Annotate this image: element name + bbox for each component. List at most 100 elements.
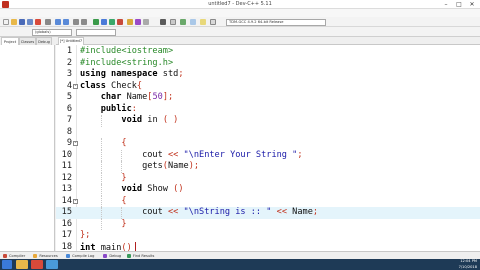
compile-icon[interactable] — [93, 19, 99, 25]
code-text: using namespace std; — [80, 69, 184, 81]
debug-icon[interactable] — [127, 19, 133, 25]
code-line[interactable]: 16 } — [56, 218, 480, 230]
code-line[interactable]: 1 #include<iostream> — [56, 46, 480, 58]
save-icon[interactable] — [19, 19, 25, 25]
indent-guide — [121, 149, 123, 161]
bottom-tab-icon — [3, 254, 7, 258]
code-line[interactable]: 2 #include<string.h> — [56, 58, 480, 70]
chart-icon[interactable] — [143, 19, 149, 25]
profile-icon[interactable] — [135, 19, 141, 25]
rebuild-icon[interactable] — [117, 19, 123, 25]
code-line[interactable]: 15 cout << "\nString is :: " << Name; — [56, 207, 480, 219]
compiler-select[interactable]: TDM-GCC 4.9.2 64-bit Release — [226, 18, 326, 26]
compile-run-icon[interactable] — [109, 19, 115, 25]
minimize-button[interactable]: – — [440, 0, 452, 9]
fold-toggle-icon[interactable]: - — [73, 198, 78, 204]
menu-bar: FileEditSearchViewProjectExecuteToolsASt… — [0, 9, 480, 25]
code-line[interactable]: 17}; — [56, 230, 480, 242]
main-toolbar: TDM-GCC 4.9.2 64-bit Release — [0, 17, 480, 27]
maximize-button[interactable]: □ — [453, 0, 465, 9]
taskbar-app-icon[interactable] — [46, 260, 58, 269]
replace-icon[interactable] — [81, 19, 87, 25]
indent-guide — [100, 115, 102, 127]
indent-guide — [100, 161, 102, 173]
code-token: #include<iostream> — [80, 46, 174, 56]
code-line[interactable]: 7 void in ( ) — [56, 115, 480, 127]
code-line[interactable]: 3 using namespace std; — [56, 69, 480, 81]
code-text: }; — [80, 230, 90, 242]
code-line[interactable]: 6 public: — [56, 104, 480, 116]
tab-untitled7[interactable]: [*] Untitled7 — [58, 37, 84, 45]
project-options-icon[interactable] — [190, 19, 196, 25]
redo-icon[interactable] — [63, 19, 69, 25]
bottom-tab-label: Compile Log — [72, 254, 95, 258]
help-icon[interactable] — [200, 19, 206, 25]
code-token: Show — [147, 184, 174, 194]
bottom-panel-tabs: Compiler Resources Compile Log Debug Find Re… — [0, 251, 480, 259]
line-number: 1 — [66, 46, 72, 56]
tab-debug[interactable]: Debug — [36, 37, 52, 45]
code-line[interactable]: 10 cout << "\nEnter Your String "; — [56, 149, 480, 162]
new-file-icon[interactable] — [3, 19, 9, 25]
code-token: << — [167, 207, 184, 217]
members-select[interactable] — [76, 28, 116, 36]
code-line[interactable]: 11 gets(Name); — [56, 161, 480, 173]
code-text: char Name[50]; — [80, 92, 173, 104]
fold-toggle-icon[interactable]: - — [73, 83, 78, 89]
bottom-tab-icon — [33, 254, 38, 258]
about-icon[interactable] — [210, 19, 216, 25]
line-number: 3 — [66, 69, 72, 79]
devcpp-window: untitled7 - Dev-C++ 5.11 – □ ✕ FileEditS… — [0, 0, 480, 270]
code-token: cout — [80, 149, 168, 160]
code-line[interactable]: 13 void Show () — [56, 184, 480, 196]
code-line[interactable]: 4- class Check{ — [56, 81, 480, 93]
fold-toggle-icon[interactable]: - — [73, 141, 78, 146]
project-panel[interactable] — [0, 45, 55, 251]
undo-icon[interactable] — [55, 19, 61, 25]
tab-classes[interactable]: Classes — [19, 37, 36, 45]
start-icon[interactable] — [2, 260, 12, 269]
code-line[interactable]: 9- { — [56, 138, 480, 150]
indent-guide — [100, 195, 102, 207]
line-number: 14 — [61, 195, 72, 206]
code-line[interactable]: 14- { — [56, 195, 480, 207]
bottom-tab-icon — [103, 254, 108, 258]
code-token: std — [162, 69, 179, 79]
line-number: 2 — [66, 57, 72, 68]
close-file-icon[interactable] — [35, 19, 41, 25]
code-text: cout << "\nEnter Your String "; — [80, 149, 302, 162]
search-icon[interactable] — [73, 19, 79, 25]
class-view-icon[interactable] — [160, 19, 166, 25]
bottom-tab-icon — [66, 254, 71, 258]
print-icon[interactable] — [45, 19, 51, 25]
tab-project[interactable]: Project — [1, 37, 19, 45]
line-number: 15 — [61, 207, 72, 217]
code-token: }; — [80, 230, 91, 240]
bottom-tab-label: Compiler — [9, 254, 26, 258]
new-class-icon[interactable] — [170, 19, 176, 25]
code-line[interactable]: 18 int main() — [56, 241, 480, 251]
side-panel-tabs: Project Classes Debug — [0, 37, 55, 45]
code-token: { — [121, 138, 127, 148]
save-all-icon[interactable] — [27, 19, 33, 25]
line-number: 5 — [66, 92, 72, 102]
code-token: Name — [292, 207, 313, 217]
code-line[interactable]: 5 char Name[50]; — [56, 92, 480, 104]
bottom-tab-icon — [126, 254, 131, 258]
close-button[interactable]: ✕ — [466, 0, 478, 9]
code-token: ]; — [162, 92, 174, 102]
code-line[interactable]: 8 — [56, 127, 480, 139]
taskbar-explorer-icon[interactable] — [16, 260, 28, 269]
indent-guide — [100, 138, 102, 150]
code-editor[interactable]: 1 #include<iostream> 2 #include<string.h> 3 u… — [56, 45, 480, 251]
indent-guide — [121, 161, 123, 173]
open-folder-icon[interactable] — [11, 19, 17, 25]
code-line[interactable]: 12 } — [56, 172, 480, 184]
bottom-tab-label: Resources — [39, 254, 58, 258]
run-icon[interactable] — [101, 19, 107, 25]
globals-select[interactable]: (globals) — [32, 28, 72, 36]
code-text: { — [80, 138, 127, 150]
taskbar-devcpp-icon[interactable] — [31, 260, 43, 269]
project-icon[interactable] — [180, 19, 186, 25]
